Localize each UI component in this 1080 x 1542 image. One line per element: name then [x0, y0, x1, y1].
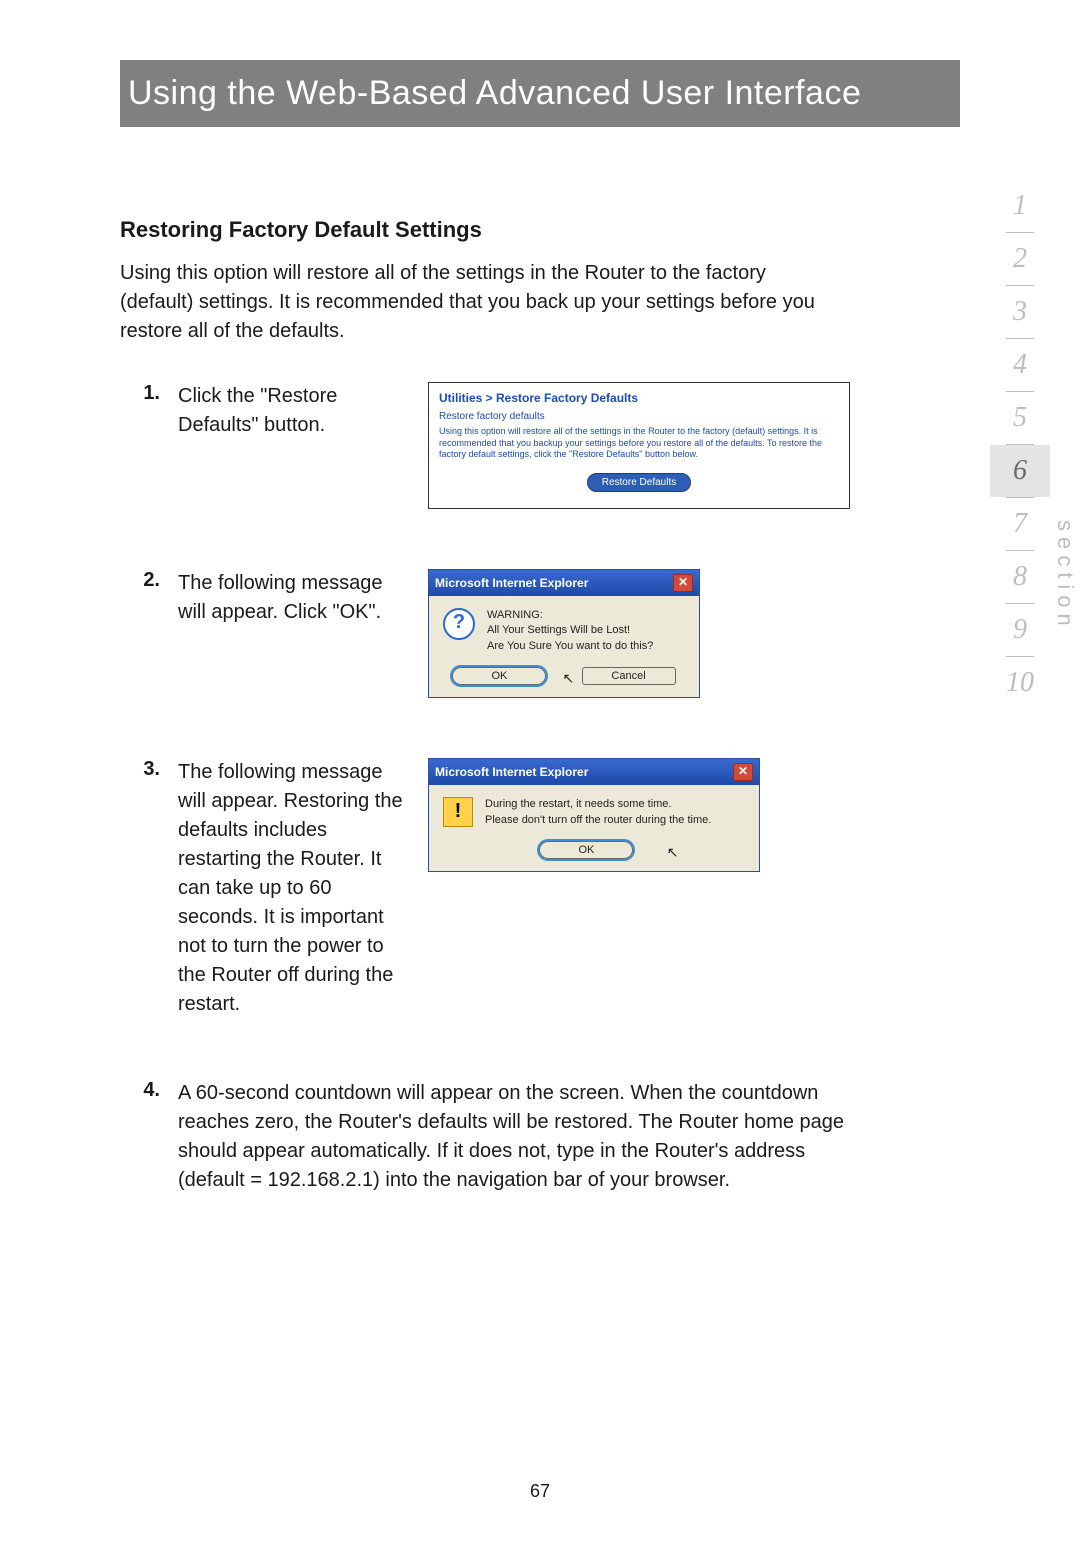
cursor-icon: ↖ — [562, 670, 574, 687]
section-nav-item-1[interactable]: 1 — [990, 180, 1050, 232]
section-nav: 12345678910 — [990, 180, 1050, 709]
intro-paragraph: Using this option will restore all of th… — [120, 259, 840, 346]
section-nav-item-2[interactable]: 2 — [990, 233, 1050, 285]
dialog-title-text: Microsoft Internet Explorer — [435, 576, 588, 590]
document-page: Using the Web-Based Advanced User Interf… — [0, 0, 1080, 1542]
step-text: The following message will appear. Resto… — [178, 758, 428, 1019]
warning-icon: ! — [443, 797, 473, 827]
section-nav-item-10[interactable]: 10 — [990, 657, 1050, 709]
step-1-screenshot: Utilities > Restore Factory Defaults Res… — [428, 382, 960, 509]
dialog-message: During the restart, it needs some time. … — [485, 797, 711, 828]
section-nav-item-9[interactable]: 9 — [990, 604, 1050, 656]
breadcrumb: Utilities > Restore Factory Defaults — [439, 391, 839, 405]
section-nav-item-6[interactable]: 6 — [990, 445, 1050, 497]
step-3: 3. The following message will appear. Re… — [120, 758, 960, 1019]
step-text: A 60-second countdown will appear on the… — [178, 1079, 878, 1195]
restore-defaults-button[interactable]: Restore Defaults — [587, 473, 691, 492]
ok-button[interactable]: OK — [452, 667, 546, 685]
step-number: 3. — [120, 758, 178, 781]
cursor-icon: ↖ — [667, 844, 679, 861]
ok-button[interactable]: OK — [539, 841, 633, 859]
step-2: 2. The following message will appear. Cl… — [120, 569, 960, 698]
close-icon[interactable]: ✕ — [733, 763, 753, 781]
dialog-title-text: Microsoft Internet Explorer — [435, 765, 588, 779]
panel-description: Using this option will restore all of th… — [439, 426, 839, 461]
step-1: 1. Click the "Restore Defaults" button. … — [120, 382, 960, 509]
page-title-banner: Using the Web-Based Advanced User Interf… — [120, 60, 960, 127]
panel-subtitle: Restore factory defaults — [439, 411, 839, 422]
step-3-screenshot: Microsoft Internet Explorer ✕ ! During t… — [428, 758, 960, 872]
step-number: 1. — [120, 382, 178, 405]
step-number: 4. — [120, 1079, 178, 1102]
page-number: 67 — [0, 1481, 1080, 1502]
section-nav-item-5[interactable]: 5 — [990, 392, 1050, 444]
section-heading: Restoring Factory Default Settings — [120, 217, 960, 243]
section-nav-item-4[interactable]: 4 — [990, 339, 1050, 391]
section-nav-item-8[interactable]: 8 — [990, 551, 1050, 603]
dialog-titlebar: Microsoft Internet Explorer ✕ — [429, 570, 699, 596]
warning-dialog: Microsoft Internet Explorer ✕ ? WARNING:… — [428, 569, 700, 698]
question-icon: ? — [443, 608, 475, 640]
step-text: Click the "Restore Defaults" button. — [178, 382, 428, 440]
section-label: section — [1052, 520, 1078, 632]
step-number: 2. — [120, 569, 178, 592]
dialog-message: WARNING: All Your Settings Will be Lost!… — [487, 608, 653, 654]
step-text: The following message will appear. Click… — [178, 569, 428, 627]
restore-defaults-panel: Utilities > Restore Factory Defaults Res… — [428, 382, 850, 509]
step-2-screenshot: Microsoft Internet Explorer ✕ ? WARNING:… — [428, 569, 960, 698]
dialog-titlebar: Microsoft Internet Explorer ✕ — [429, 759, 759, 785]
close-icon[interactable]: ✕ — [673, 574, 693, 592]
step-4: 4. A 60-second countdown will appear on … — [120, 1079, 960, 1195]
steps-list: 1. Click the "Restore Defaults" button. … — [120, 382, 960, 1195]
section-nav-item-3[interactable]: 3 — [990, 286, 1050, 338]
section-nav-item-7[interactable]: 7 — [990, 498, 1050, 550]
restart-dialog: Microsoft Internet Explorer ✕ ! During t… — [428, 758, 760, 872]
cancel-button[interactable]: Cancel — [582, 667, 676, 685]
